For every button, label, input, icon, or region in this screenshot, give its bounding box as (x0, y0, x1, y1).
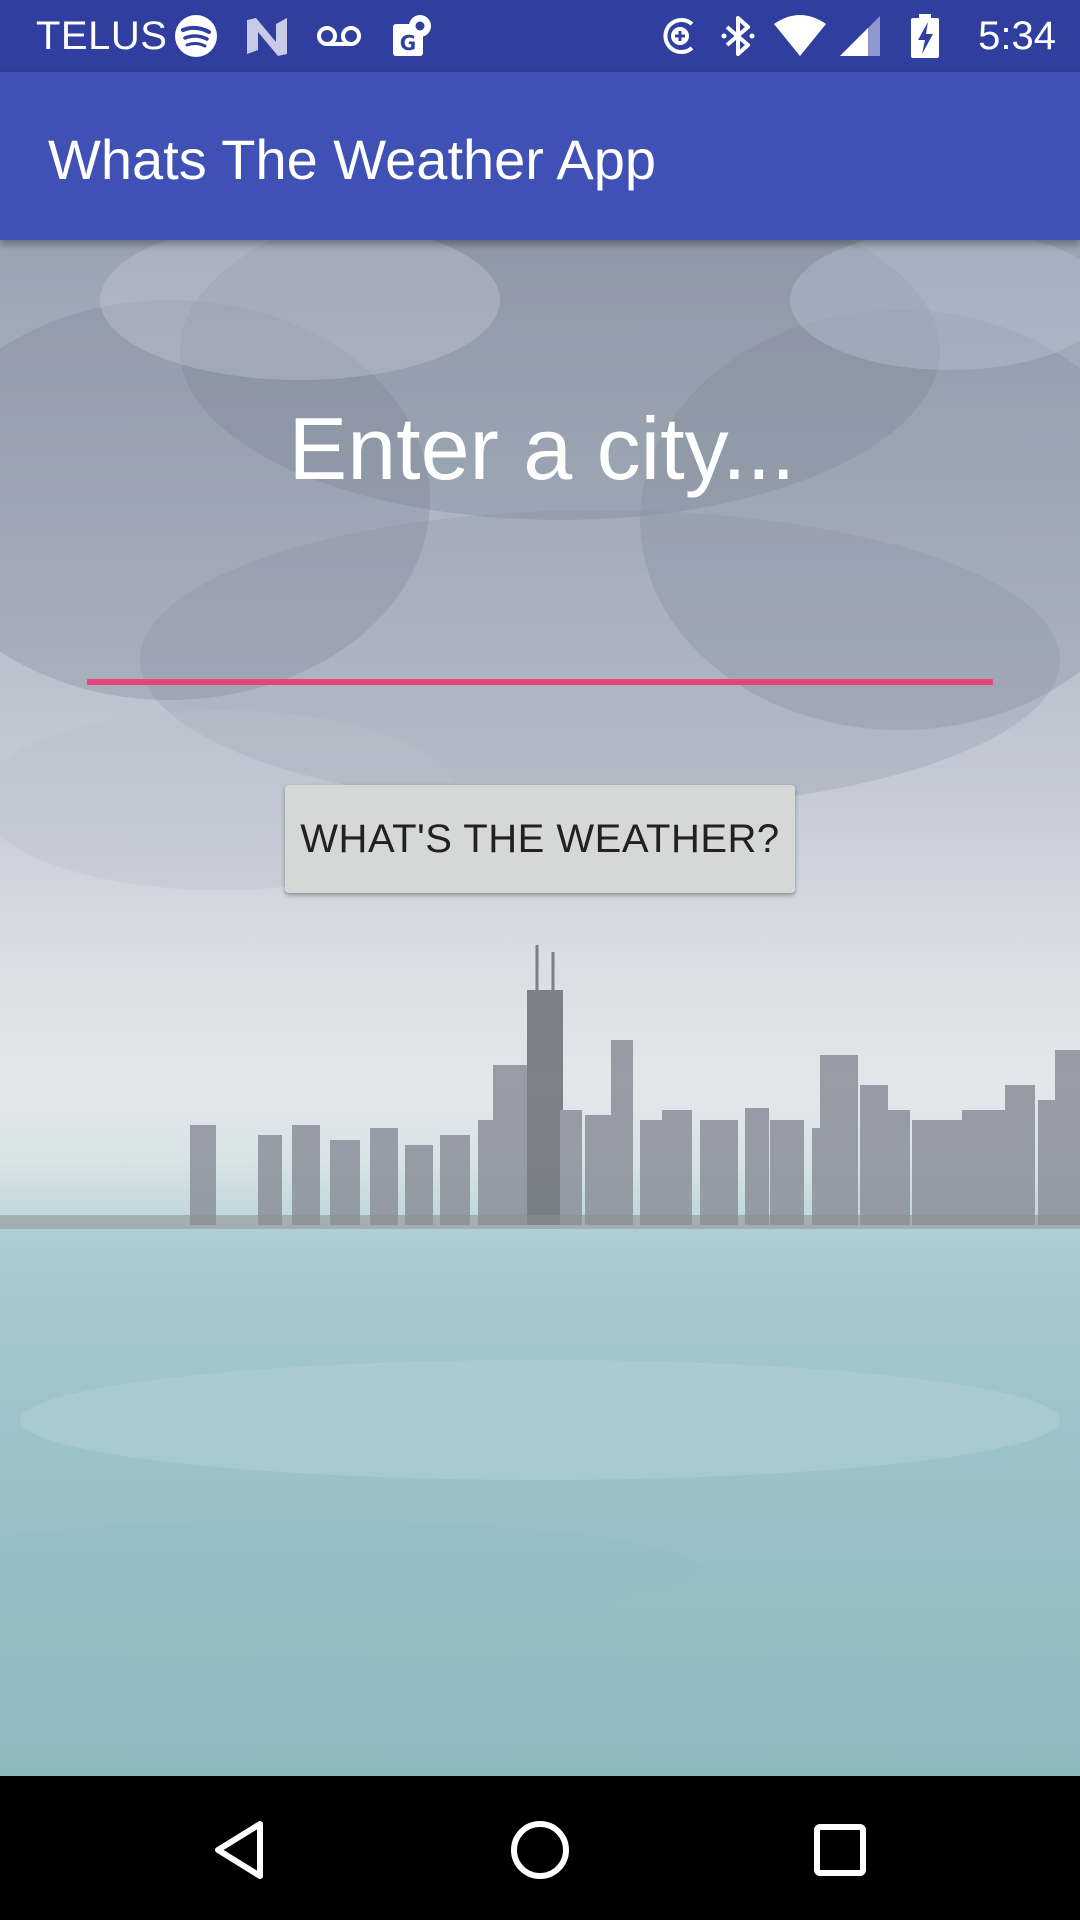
home-icon[interactable] (500, 1810, 580, 1890)
carrier-name: TELUS (36, 14, 168, 58)
voicemail-icon (317, 26, 361, 46)
navigation-bar (0, 1776, 1080, 1920)
city-input-underline (87, 679, 993, 685)
spotify-icon (175, 15, 217, 57)
n-icon (247, 18, 287, 56)
battery-charging-icon (911, 14, 939, 58)
main-content: WHAT'S THE WEATHER? (0, 240, 1080, 1776)
app-title: Whats The Weather App (48, 128, 657, 191)
back-icon[interactable] (200, 1810, 280, 1890)
whats-the-weather-button[interactable]: WHAT'S THE WEATHER? (285, 785, 795, 893)
app-bar: Whats The Weather App (0, 72, 1080, 240)
city-input[interactable] (88, 380, 996, 518)
signal-icon (840, 16, 880, 56)
bluetooth-icon (721, 16, 755, 56)
recents-icon[interactable] (800, 1810, 880, 1890)
wifi-icon (774, 15, 826, 56)
sync-icon (663, 18, 694, 54)
maps-icon: G (393, 15, 431, 56)
svg-text:G: G (400, 31, 416, 55)
status-bar: TELUS G 5:34 (0, 0, 1080, 72)
clock: 5:34 (978, 14, 1056, 58)
